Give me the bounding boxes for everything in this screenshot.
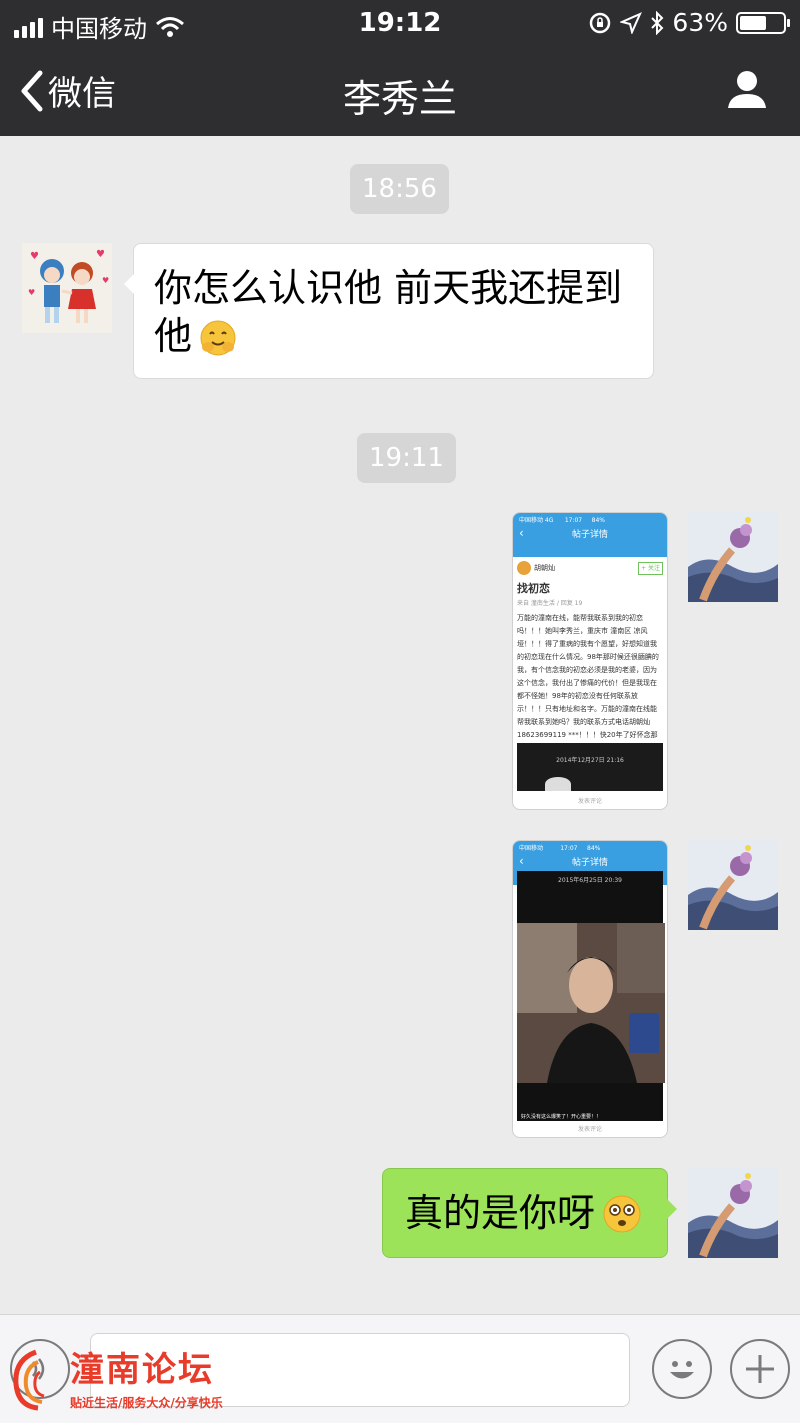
incoming-message-bubble[interactable]: 你怎么认识他 前天我还提到他 xyxy=(124,243,654,379)
orientation-lock-icon xyxy=(590,12,611,33)
post-source: 来自 潼南生活 / 回复 19 xyxy=(517,600,583,607)
shot-status: 中国移动 17:07 84% xyxy=(519,845,601,852)
more-button[interactable] xyxy=(730,1339,790,1399)
my-avatar[interactable] xyxy=(688,840,778,930)
chat-title: 李秀兰 xyxy=(342,77,457,121)
shot-content: 胡朝灿 + 关注 找初恋 来自 潼南生活 / 回复 19 万能的潼南在线，能帮我… xyxy=(513,557,667,757)
battery-icon xyxy=(736,11,790,34)
forum-logo-icon xyxy=(13,1349,45,1411)
flower-photo-icon xyxy=(688,1168,778,1258)
post-title: 找初恋 xyxy=(517,582,550,595)
bubble-tail xyxy=(667,1199,677,1219)
embedded-photo: 2015年6月25日 20:39 好久没有这么爆笑了！开心重要！！ xyxy=(517,871,665,1121)
contact-avatar[interactable]: ♥ ♥ ♥ ♥ xyxy=(22,243,112,333)
shot-footer: 发表评论 xyxy=(577,1126,602,1133)
sent-image-message[interactable]: 中国移动 17:07 84% ‹ 帖子详情 2015年6月25日 20:39 好… xyxy=(512,840,668,1138)
bluetooth-icon xyxy=(651,10,664,35)
svg-text:♥: ♥ xyxy=(96,249,105,260)
smiley-icon xyxy=(670,1361,694,1379)
bubble-tail xyxy=(124,274,134,294)
author-avatar xyxy=(517,561,531,575)
emoji-button[interactable] xyxy=(652,1339,712,1399)
hugging-face-emoji-icon xyxy=(200,320,236,356)
shot-footer: 发表评论 xyxy=(577,798,602,805)
watermark-subtitle: 贴近生活/服务大众/分享快乐 xyxy=(70,1396,223,1410)
my-avatar[interactable] xyxy=(688,1168,778,1258)
chat-info-button[interactable] xyxy=(726,68,768,114)
location-arrow-icon xyxy=(620,11,643,34)
svg-text:♥: ♥ xyxy=(28,288,35,297)
shot-status: 中国移动 4G 17:07 84% xyxy=(519,517,606,524)
flower-photo-icon xyxy=(688,512,778,602)
shot-header-title: 帖子详情 xyxy=(571,530,608,540)
couple-drawing-icon: ♥ ♥ ♥ ♥ xyxy=(22,243,112,333)
follow-badge: + 关注 xyxy=(638,561,663,575)
my-avatar[interactable] xyxy=(688,512,778,602)
shot-header: 中国移动 4G 17:07 84% ‹ 帖子详情 xyxy=(513,513,667,557)
outgoing-message-text: 真的是你呀 xyxy=(405,1191,596,1235)
timestamp: 19:11 xyxy=(357,433,456,483)
battery-percent: 63% xyxy=(672,8,728,37)
flower-photo-icon xyxy=(688,840,778,930)
flushed-face-emoji-icon xyxy=(603,1195,641,1233)
plus-icon xyxy=(746,1355,774,1383)
photo-caption: 好久没有这么爆笑了！开心重要！！ xyxy=(521,1114,602,1120)
embedded-screenshot: 2014年12月27日 21:16 xyxy=(517,743,663,791)
outgoing-message-bubble[interactable]: 真的是你呀 xyxy=(382,1168,677,1258)
sent-image-message[interactable]: 中国移动 4G 17:07 84% ‹ 帖子详情 胡朝灿 + 关注 找初恋 来自… xyxy=(512,512,668,810)
nav-bar: 微信 李秀兰 xyxy=(0,46,800,136)
photo-date: 2015年6月25日 20:39 xyxy=(558,877,622,884)
watermark-title: 潼南论坛 xyxy=(70,1350,214,1390)
status-bar: 中国移动 19:12 63% xyxy=(0,0,800,46)
svg-text:♥: ♥ xyxy=(30,251,39,262)
lamp-glow xyxy=(545,777,571,791)
timestamp: 18:56 xyxy=(350,164,449,214)
author-name: 胡朝灿 xyxy=(534,563,555,572)
selfie-photo xyxy=(517,923,665,1083)
shot-header-title: 帖子详情 xyxy=(571,858,608,868)
post-body: 万能的潼南在线，能帮我联系到我的初恋吗！！！她叫李秀兰，重庆市 潼南区 凉风垭！… xyxy=(517,614,659,752)
svg-text:♥: ♥ xyxy=(102,276,109,285)
person-icon xyxy=(728,71,766,108)
